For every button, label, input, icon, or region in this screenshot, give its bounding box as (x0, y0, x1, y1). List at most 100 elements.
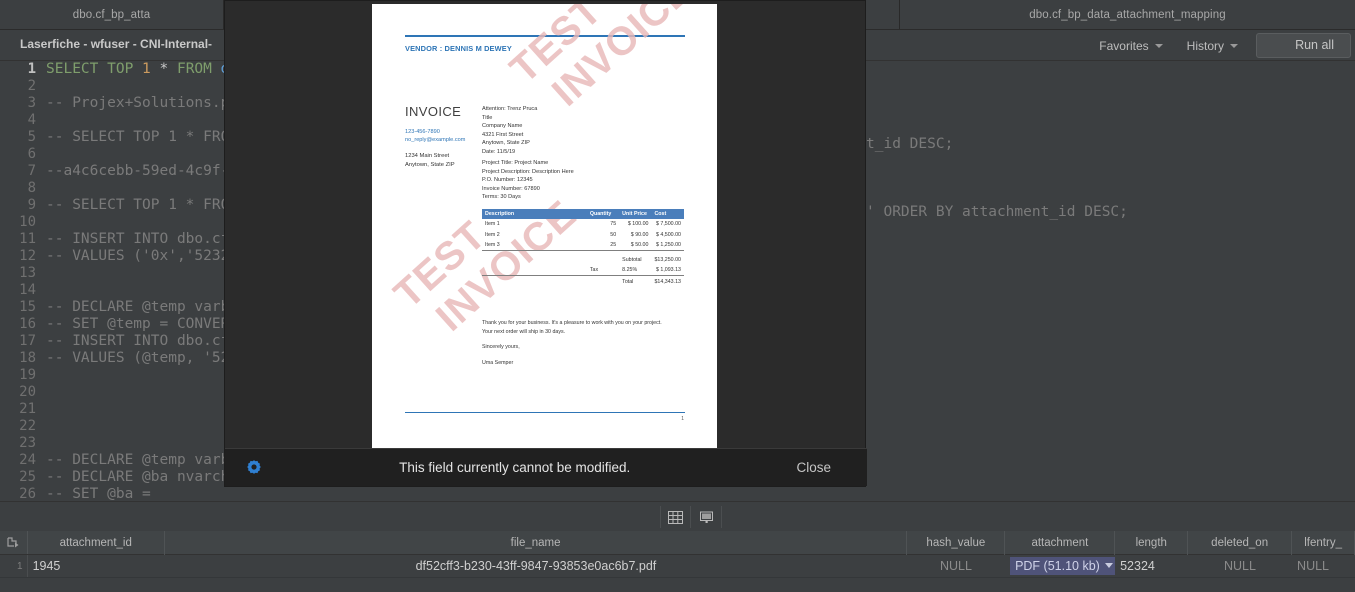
invoice-cell-cost: $ 1,250.00 (655, 241, 681, 248)
line-number: 6 (27, 146, 36, 162)
cell-file-name[interactable]: df52cff3-b230-43ff-9847-93853e0ac6b7.pdf (165, 555, 907, 577)
code-token: SELECT TOP (46, 61, 143, 77)
invoice-tax-row-cell: Tax (589, 267, 599, 274)
invoice-tax-row-cell: $ 1,093.13 (655, 267, 681, 274)
line-number: 4 (27, 112, 36, 128)
column-header-deleted-on[interactable]: deleted_on (1188, 531, 1293, 555)
line-number: 13 (19, 265, 36, 281)
code-line: 26 -- SET @ba = (0, 486, 264, 501)
line-number: 5 (27, 129, 36, 145)
results-toolbar (0, 501, 1355, 531)
code-token: -- Projex+Solutions.pdf (46, 95, 247, 111)
line-number: 19 (19, 367, 36, 383)
invoice-cell-description: Item 1 (485, 221, 500, 228)
cell-deleted-on[interactable]: NULL (1188, 555, 1292, 577)
close-button[interactable]: Close (796, 460, 831, 475)
invoice-table-header: Description Quantity Unit Price Cost (482, 209, 684, 219)
invoice-tax-row: Tax 8.25% $ 1,093.13 (482, 265, 684, 276)
invoice-cell-quantity: 25 (610, 241, 617, 248)
invoice-cell-unit-price: $ 90.00 (630, 231, 649, 238)
cell-lfentry[interactable]: NULL (1292, 555, 1355, 577)
modal-message: This field currently cannot be modified. (399, 460, 631, 475)
invoice-closing: Thank you for your business. It's a plea… (482, 319, 682, 367)
address-line-2: Anytown, State ZIP (405, 161, 455, 168)
cell-length[interactable]: 52324 (1115, 555, 1188, 577)
cell-hash-value[interactable]: NULL (907, 555, 1005, 577)
project-info-line: Terms: 30 Days (482, 194, 521, 201)
form-view-button[interactable] (691, 506, 722, 528)
grid-empty-area (0, 577, 1355, 592)
project-info-line: Project Description: Description Here (482, 168, 574, 175)
cell-attachment-id[interactable]: 1945 (28, 555, 166, 577)
invoice-table-body: Item 1 75 $ 100.00 $ 7,500.00 Item 2 50 $ 90.0… (482, 219, 684, 287)
invoice-total-row-cell (586, 275, 620, 287)
invoice-sender-address: 1234 Main Street Anytown, State ZIP (405, 152, 455, 169)
invoice-cell-unit-price: $ 100.00 (627, 221, 649, 228)
line-number: 22 (19, 418, 36, 434)
address-line-1: 1234 Main Street (405, 153, 450, 159)
invoice-recipient-block: Attention: Trenz Pruca Title Company Name 4… (482, 105, 537, 157)
cell-attachment[interactable]: PDF (51.10 kb) (1005, 555, 1116, 577)
row-number: 1 (0, 555, 28, 577)
line-number: 7 (27, 163, 36, 179)
tab-dbo-cf-bp-data-attachment-mapping[interactable]: dbo.cf_bp_data_attachment_mapping (900, 0, 1355, 29)
invoice-page-number: 1 (681, 416, 684, 422)
recipient-line: Anytown, State ZIP (482, 140, 530, 147)
invoice-subtotal-row-cell: $13,250.00 (654, 256, 681, 263)
favorites-label: Favorites (1099, 38, 1149, 53)
column-header-attachment[interactable]: attachment (1005, 531, 1116, 555)
invoice-tax-row-cell: 8.25% (622, 267, 638, 274)
invoice-subtotal-row-cell (587, 255, 619, 265)
invoice-cell-cost: $ 4,500.00 (655, 231, 681, 238)
column-header-hash-value[interactable]: hash_value (907, 531, 1006, 555)
invoice-col-unit-price: Unit Price (619, 209, 652, 219)
invoice-total-row-cell (482, 275, 587, 287)
attachment-chip[interactable]: PDF (51.10 kb) (1010, 557, 1116, 575)
invoice-col-quantity: Quantity (586, 209, 620, 219)
invoice-cell-quantity: 50 (610, 231, 617, 238)
tab-label: dbo.cf_bp_atta (72, 8, 151, 21)
chevron-down-icon (1154, 43, 1163, 48)
tab-dbo-cf-bp-atta[interactable]: dbo.cf_bp_atta (0, 0, 224, 29)
history-menu[interactable]: History (1175, 30, 1250, 61)
run-all-button[interactable]: Run all (1256, 33, 1351, 58)
column-header-length[interactable]: length (1115, 531, 1189, 555)
line-number: 17 (19, 333, 36, 349)
modal-footer: This field currently cannot be modified.… (225, 448, 867, 486)
project-info-line: Project Title: Project Name (482, 160, 549, 166)
select-all-corner[interactable] (0, 531, 28, 554)
line-number: 25 (19, 469, 36, 485)
recipient-line: Date: 11/5/19 (482, 148, 516, 155)
watermark-invoice-1: INVOICE (544, 4, 701, 115)
invoice-vendor: VENDOR : DENNIS M DEWEY (405, 44, 512, 53)
column-header-file-name[interactable]: file_name (165, 531, 908, 555)
code-token: FROM (176, 61, 221, 77)
sql-client-window: dbo.cf_bp_atta dbo.cf_bp_data_attachment… (0, 0, 1355, 592)
project-info-line: Invoice Number: 67890 (482, 185, 540, 192)
pdf-preview-pane[interactable]: VENDOR : DENNIS M DEWEY TEST INVOICE TES… (372, 4, 717, 451)
line-number: 18 (19, 350, 36, 366)
line-number: 26 (19, 486, 36, 501)
line-number: 20 (19, 384, 36, 400)
invoice-cell-unit-price: $ 50.00 (630, 241, 649, 248)
code-token: * (159, 61, 177, 77)
column-header-lfentry-[interactable]: lfentry_ (1292, 531, 1355, 555)
invoice-line-item: Item 2 50 $ 90.00 $ 4,500.00 (482, 229, 684, 239)
select-all-icon (7, 536, 19, 547)
invoice-total-row-cell: Total (619, 275, 652, 287)
code-token: 1 (142, 61, 151, 77)
table-row[interactable]: 1 1945 df52cff3-b230-43ff-9847-93853e0ac… (0, 555, 1355, 577)
invoice-title: INVOICE (405, 104, 462, 119)
line-number: 14 (19, 282, 36, 298)
invoice-cell-cost: $ 7,500.00 (655, 221, 681, 228)
invoice-project-info: Project Title: Project Name Project Descr… (482, 159, 574, 202)
grid-view-button[interactable] (660, 506, 691, 528)
chevron-down-icon[interactable] (1104, 563, 1113, 568)
invoice-phone: 123-456-7890 (405, 129, 440, 135)
code-line-fragment: ' ORDER BY attachment_id DESC; (866, 204, 1128, 220)
invoice-line-item: Item 3 25 $ 50.00 $ 1,250.00 (482, 240, 684, 251)
favorites-menu[interactable]: Favorites (1087, 30, 1174, 61)
column-header-attachment-id[interactable]: attachment_id (28, 531, 165, 555)
invoice-subtotal-row: Subtotal $13,250.00 (482, 255, 684, 265)
